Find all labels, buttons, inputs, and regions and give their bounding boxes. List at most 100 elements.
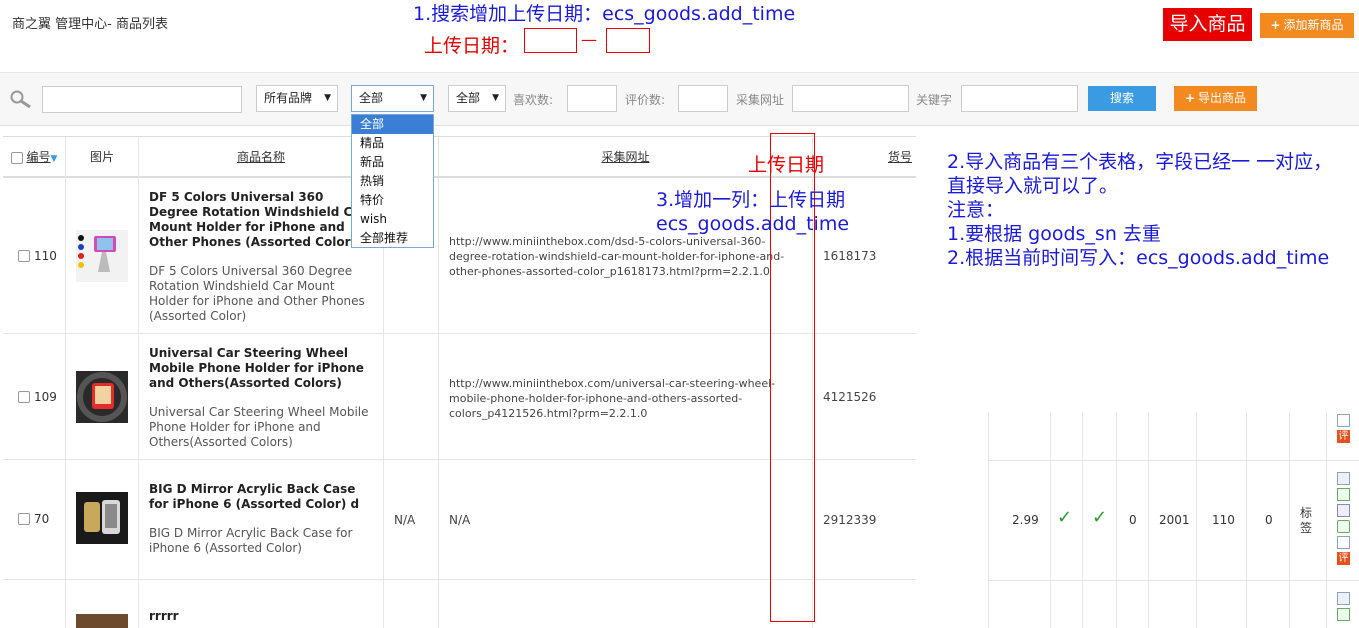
chevron-down-icon: ▼ [324, 93, 331, 103]
product-name[interactable]: BIG D Mirror Acrylic Back Case for iPhon… [149, 482, 373, 512]
dropdown-option[interactable]: 全部推荐 [352, 229, 433, 248]
keyword-input[interactable] [961, 85, 1078, 112]
reviews-label: 评价数: [625, 93, 666, 107]
chevron-down-icon: ▼ [492, 93, 499, 103]
select-all-checkbox[interactable] [10, 151, 23, 164]
check-icon[interactable]: ✓ [1057, 507, 1072, 528]
product-name[interactable]: DF 5 Colors Universal 360 Degree Rotatio… [149, 190, 373, 250]
product-description: BIG D Mirror Acrylic Back Case for iPhon… [149, 526, 353, 555]
keyword-label: 关键字 [916, 93, 953, 107]
annotation-note2-line2: 直接导入就可以了。 [947, 175, 1119, 197]
view-icon[interactable] [1337, 472, 1350, 485]
annotation-note2-line5: 2.根据当前时间写入：ecs_goods.add_time [947, 247, 1330, 269]
product-thumbnail[interactable] [76, 230, 128, 282]
product-thumbnail[interactable] [76, 492, 128, 544]
search-button[interactable]: 搜索 [1088, 86, 1156, 111]
row-checkbox[interactable] [18, 250, 30, 262]
dropdown-option[interactable]: 新品 [352, 153, 433, 172]
dropdown-option[interactable]: 热销 [352, 172, 433, 191]
review-icon[interactable]: 评 [1337, 552, 1350, 565]
annotation-note3-line2: ecs_goods.add_time [656, 213, 850, 235]
annotation-note2-line1: 2.导入商品有三个表格，字段已经一 一对应， [947, 151, 1333, 173]
header-image: 图片 [66, 137, 139, 177]
stock-value: 0 [1129, 513, 1137, 527]
header-name-label: 商品名称 [236, 150, 285, 164]
row-checkbox[interactable] [18, 391, 30, 403]
annotation-note1: 1.搜索增加上传日期：ecs_goods.add_time [413, 3, 796, 25]
search-input[interactable] [42, 86, 242, 113]
view-icon[interactable] [1337, 536, 1350, 549]
edit-icon[interactable] [1337, 488, 1350, 501]
brand-select-value: 所有品牌 [264, 91, 313, 105]
goods-sn: 1618173 [823, 249, 877, 263]
product-description: DF 5 Colors Universal 360 Degree Rotatio… [149, 264, 365, 323]
sort-value: 0 [1265, 513, 1273, 527]
annotation-upload-date-label: 上传日期： [424, 35, 520, 57]
product-thumbnail[interactable] [76, 371, 128, 423]
collect-url: http://www.miniinthebox.com/universal-ca… [449, 377, 776, 420]
goods-sn: 4121526 [823, 390, 877, 404]
type-select-value: 全部 [359, 91, 384, 105]
header-sn-label: 货号 [887, 150, 912, 164]
brand-cell [384, 334, 439, 459]
annotation-column-header: 上传日期 [748, 154, 825, 176]
add-goods-button[interactable]: + 添加新商品 [1260, 13, 1354, 38]
header-id[interactable]: 编号▼ [3, 137, 66, 177]
collect-url: http://www.miniinthebox.com/dsd-5-colors… [449, 235, 785, 278]
url-input[interactable] [792, 85, 909, 112]
review-icon[interactable]: 评 [1337, 430, 1350, 443]
qty-value: 110 [1212, 513, 1235, 527]
reviews-input[interactable] [678, 85, 728, 112]
row-checkbox[interactable] [18, 513, 30, 525]
row-id: 110 [34, 249, 57, 263]
price-value: 2.99 [1012, 513, 1039, 527]
export-goods-button[interactable]: + 导出商品 [1174, 86, 1257, 111]
type-select[interactable]: 全部 ▼ [351, 85, 434, 112]
extended-columns [916, 412, 1359, 628]
annotation-note2-line4: 1.要根据 goods_sn 去重 [947, 223, 1161, 245]
view-icon[interactable] [1337, 414, 1350, 427]
product-thumbnail[interactable] [76, 614, 128, 628]
plus-icon: + [1184, 91, 1196, 105]
likes-input[interactable] [567, 85, 617, 112]
row-id: 70 [34, 512, 50, 526]
url-label: 采集网址 [736, 93, 785, 107]
type-dropdown-list: 全部 精品 新品 热销 特价 wish 全部推荐 [351, 114, 434, 248]
copy-icon[interactable] [1337, 504, 1350, 517]
product-description: Universal Car Steering Wheel Mobile Phon… [149, 405, 369, 449]
edit-icon[interactable] [1337, 608, 1350, 621]
brand-select[interactable]: 所有品牌 ▼ [256, 85, 338, 112]
header-id-label: 编号 [26, 150, 51, 164]
check-icon[interactable]: ✓ [1092, 507, 1107, 528]
product-name[interactable]: Universal Car Steering Wheel Mobile Phon… [149, 346, 373, 391]
header-url-label: 采集网址 [601, 150, 650, 164]
upload-date-end-box [606, 28, 650, 53]
product-name[interactable]: rrrrr [149, 609, 373, 624]
tag-link[interactable]: 标签 [1299, 506, 1313, 536]
likes-label: 喜欢数: [513, 93, 554, 107]
goods-sn: 2912339 [823, 513, 877, 527]
year-value: 2001 [1159, 513, 1190, 527]
plus-icon: + [1270, 18, 1281, 32]
brand-value: N/A [394, 513, 416, 527]
upload-date-dash: — [581, 30, 597, 49]
dropdown-option[interactable]: 特价 [352, 191, 433, 210]
import-goods-button[interactable]: 导入商品 [1163, 8, 1252, 41]
sort-desc-icon: ▼ [50, 154, 58, 164]
trash-icon[interactable] [1337, 520, 1350, 533]
status-select-value: 全部 [456, 91, 481, 105]
header-name[interactable]: 商品名称 [139, 137, 384, 177]
view-icon[interactable] [1337, 592, 1350, 605]
export-goods-label: 导出商品 [1198, 91, 1247, 105]
add-goods-label: 添加新商品 [1283, 18, 1344, 32]
row-id: 109 [34, 390, 57, 404]
dropdown-option[interactable]: wish [352, 210, 433, 229]
dropdown-option[interactable]: 精品 [352, 134, 433, 153]
collect-url: N/A [449, 513, 471, 527]
status-select[interactable]: 全部 ▼ [448, 85, 506, 112]
dropdown-option[interactable]: 全部 [352, 115, 433, 134]
annotation-note2-line3: 注意： [947, 199, 1005, 221]
page-title: 商之翼 管理中心- 商品列表 [12, 17, 168, 32]
header-sn[interactable]: 货号 [813, 137, 916, 177]
annotation-note3-line1: 3.增加一列：上传日期 [656, 189, 846, 211]
